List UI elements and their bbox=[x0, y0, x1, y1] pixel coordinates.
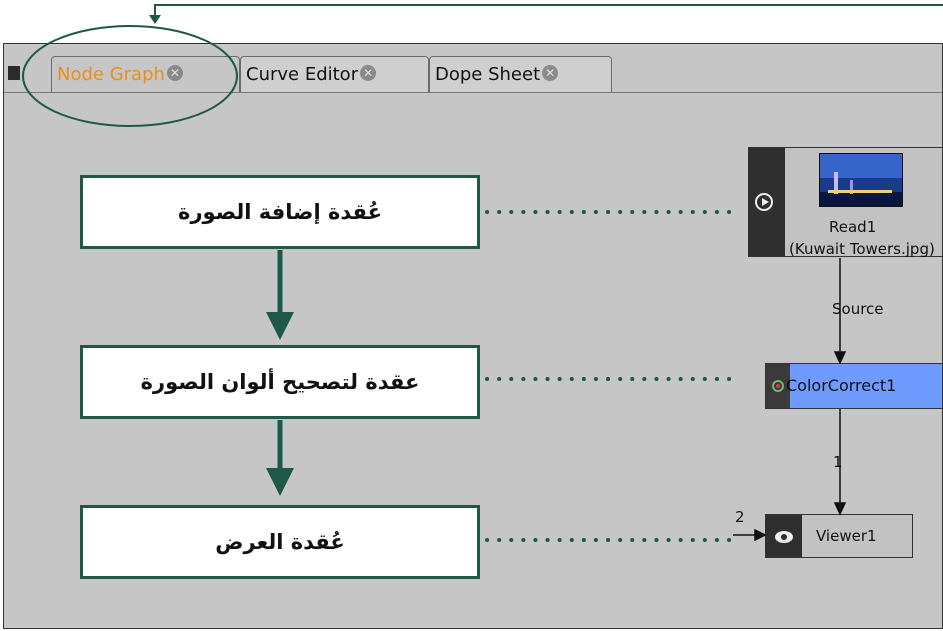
flow-arrow-2 bbox=[266, 420, 294, 496]
highlight-ellipse bbox=[22, 25, 238, 127]
annotation-overlay bbox=[22, 4, 943, 542]
dotted-leaders bbox=[485, 210, 742, 542]
callout-line bbox=[149, 4, 943, 24]
flow-arrow-1 bbox=[266, 250, 294, 340]
graph-edges bbox=[733, 258, 847, 542]
